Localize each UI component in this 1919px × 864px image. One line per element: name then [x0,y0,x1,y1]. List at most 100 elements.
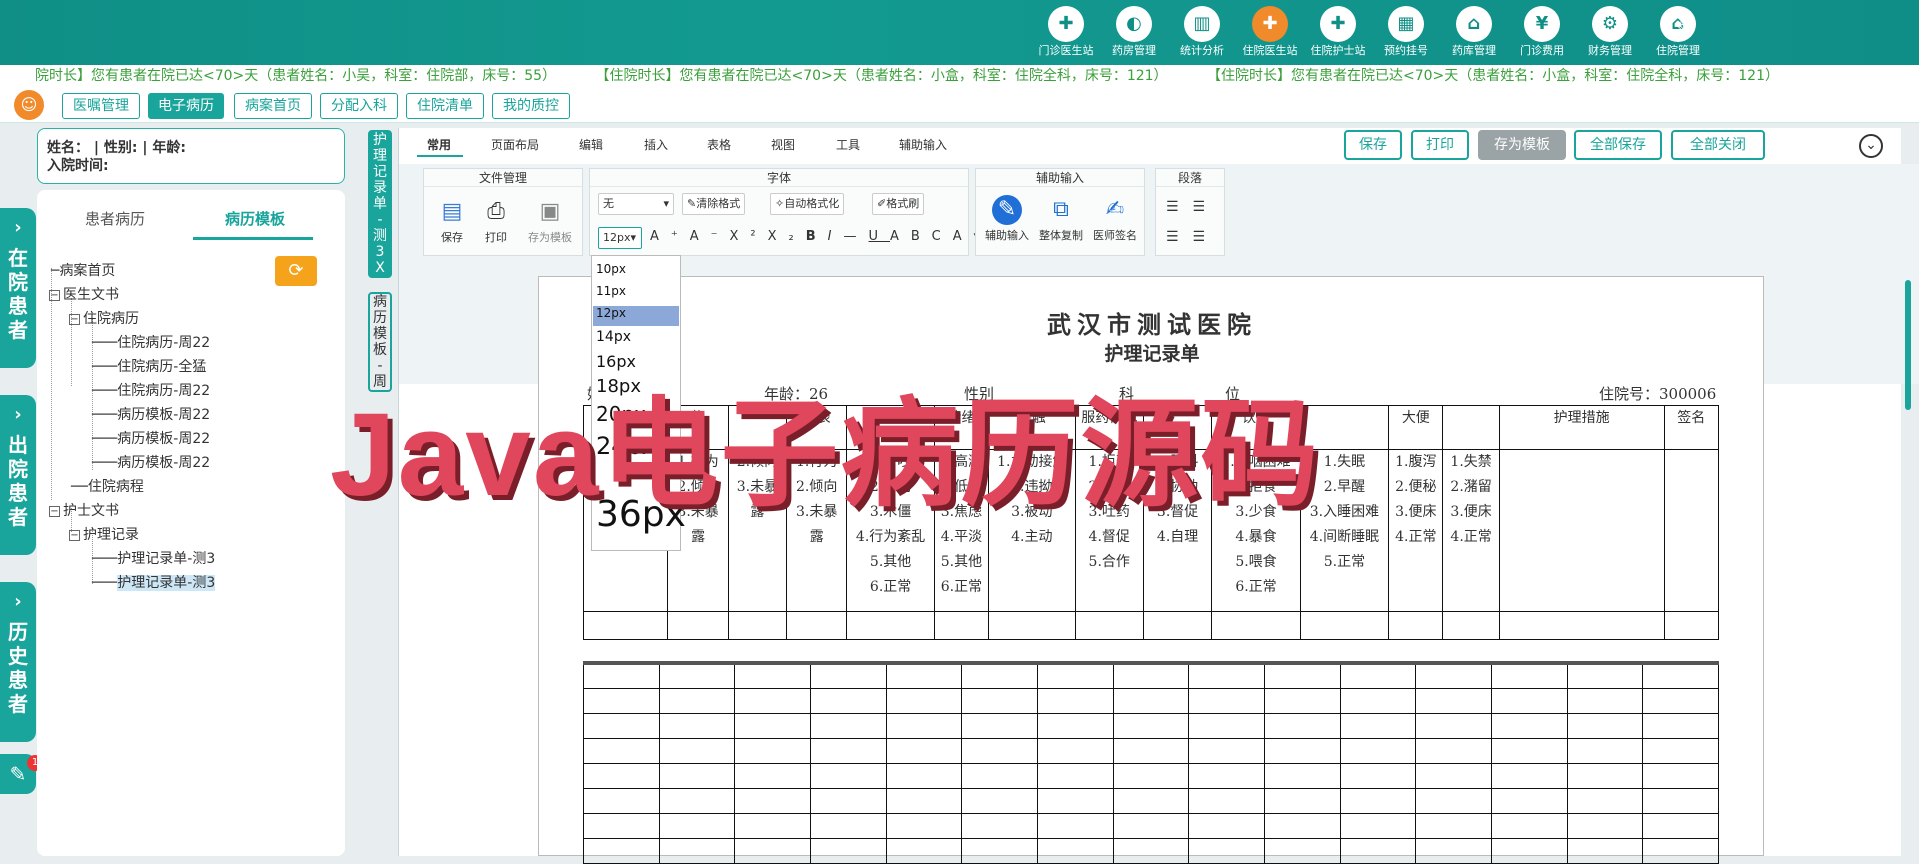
grid-cell[interactable] [583,762,660,789]
menu-tab-view[interactable]: 视图 [771,136,795,153]
grid-cell[interactable] [583,712,660,739]
tree-item[interactable]: ─病案首页 [51,260,115,280]
grid-cell[interactable] [961,687,1038,714]
grid-cell[interactable] [809,787,887,814]
grid-cell[interactable] [1566,787,1644,814]
tab-record-templates[interactable]: 病历模板 [225,208,285,229]
grid-cell[interactable] [1415,762,1492,789]
tree-folder[interactable]: − 住院病历 [69,308,139,328]
grid-cell[interactable] [1036,787,1114,814]
tree-folder[interactable]: − 护理记录 [69,524,139,544]
font-size-option[interactable]: 10px [596,262,626,276]
grid-cell[interactable] [1490,712,1568,739]
table-cell[interactable]: 1.失禁 2.潴留 3.便床 4.正常 [1442,449,1500,612]
grid-cell[interactable] [1566,687,1644,714]
grid-cell[interactable] [885,762,963,789]
grid-cell[interactable] [583,687,660,714]
grid-cell[interactable] [1188,737,1265,764]
grid-cell[interactable] [734,812,811,839]
tab-inpatient-list[interactable]: 住院清单 [406,93,484,119]
nav-item-0[interactable]: ✚ 门诊医生站 [1035,4,1097,58]
grid-cell[interactable] [1490,737,1568,764]
align-left-icon[interactable]: ☰☰ [1166,199,1219,215]
chevron-down-icon[interactable]: ⌄ [1859,134,1883,158]
table-cell[interactable] [1498,449,1665,612]
grid-cell[interactable] [1566,837,1644,864]
grid-cell[interactable] [1642,687,1719,714]
tree-folder[interactable]: − 医生文书 [49,284,119,304]
font-size-select[interactable]: 12px▾ [598,227,642,249]
grid-cell[interactable] [583,787,660,814]
grid-cell[interactable] [885,812,963,839]
grid-cell[interactable] [1415,662,1492,689]
grid-cell[interactable] [1263,687,1341,714]
tab-quality-control[interactable]: 我的质控 [492,93,570,119]
tree-item[interactable]: ───病历模板-周22 [92,452,210,472]
nav-item-5[interactable]: ▦ 预约挂号 [1375,4,1437,58]
grid-cell[interactable] [809,662,887,689]
grid-cell[interactable] [1415,737,1492,764]
close-all-button[interactable]: 全部关闭 [1671,130,1765,160]
grid-cell[interactable] [734,787,811,814]
grid-cell[interactable] [961,787,1038,814]
tree-item[interactable]: ──住院病程 [71,476,144,496]
grid-cell[interactable] [961,662,1038,689]
grid-cell[interactable] [1112,837,1190,864]
copy-all-button[interactable]: ⧉ 整体复制 [1036,195,1086,243]
grid-cell[interactable] [885,712,963,739]
grid-cell[interactable] [734,837,811,864]
doc-tab-nursing-record[interactable]: 护理记录单-测3X [368,130,392,278]
format-brush-button[interactable]: ✐格式刷 [872,193,925,215]
grid-cell[interactable] [1263,837,1341,864]
grid-cell[interactable] [1642,812,1719,839]
side-tab-history[interactable]: › 历史患者 [0,582,36,742]
grid-cell[interactable] [809,762,887,789]
grid-cell[interactable] [809,712,887,739]
grid-cell[interactable] [1188,687,1265,714]
grid-cell[interactable] [658,787,736,814]
assist-input-button[interactable]: ✎ 辅助输入 [980,195,1034,243]
tree-item[interactable]: ───病历模板-周22 [92,428,210,448]
pencil-icon[interactable]: ✎ [1676,18,1694,43]
grid-cell[interactable] [1188,837,1265,864]
tree-item-selected[interactable]: ───护理记录单-测3 [92,572,216,592]
grid-cell[interactable] [1036,762,1114,789]
grid-cell[interactable] [1188,812,1265,839]
font-size-option[interactable]: 11px [596,284,626,298]
grid-cell[interactable] [1112,662,1190,689]
grid-cell[interactable] [1415,787,1492,814]
grid-cell[interactable] [1642,712,1719,739]
grid-cell[interactable] [734,712,811,739]
tree-folder[interactable]: − 护士文书 [49,500,119,520]
nav-item-4[interactable]: ✚ 住院护士站 [1307,4,1369,58]
doctor-sign-button[interactable]: ✍ 医师签名 [1088,195,1142,243]
grid-cell[interactable] [809,737,887,764]
grid-cell[interactable] [961,837,1038,864]
grid-cell[interactable] [658,837,736,864]
grid-cell[interactable] [1642,662,1719,689]
grid-cell[interactable] [885,662,963,689]
grid-cell[interactable] [1263,662,1341,689]
grid-cell[interactable] [1339,737,1417,764]
grid-cell[interactable] [1036,662,1114,689]
grid-cell[interactable] [1566,737,1644,764]
tree-item[interactable]: ───病历模板-周22 [92,404,210,424]
nav-item-6[interactable]: ⌂ 药库管理 [1443,4,1505,58]
grid-cell[interactable] [809,687,887,714]
tree-item[interactable]: ───护理记录单-测3 [92,548,215,568]
grid-cell[interactable] [734,737,811,764]
grid-cell[interactable] [1188,762,1265,789]
ribbon-save-button[interactable]: ▤ 保存 [432,197,472,245]
avatar[interactable]: ☺ [14,90,44,120]
font-family-select[interactable]: 无 ▾ [598,193,674,215]
grid-cell[interactable] [885,737,963,764]
grid-cell[interactable] [1339,712,1417,739]
grid-cell[interactable] [1339,837,1417,864]
save-all-button[interactable]: 全部保存 [1574,130,1662,160]
nav-item-8[interactable]: ⚙ 财务管理 [1579,4,1641,58]
grid-cell[interactable] [1263,787,1341,814]
ribbon-save-template-button[interactable]: ▣ 存为模板 [522,197,578,245]
nav-item-1[interactable]: ◐ 药房管理 [1103,4,1165,58]
grid-cell[interactable] [1112,737,1190,764]
menu-tab-assist[interactable]: 辅助输入 [899,136,947,153]
